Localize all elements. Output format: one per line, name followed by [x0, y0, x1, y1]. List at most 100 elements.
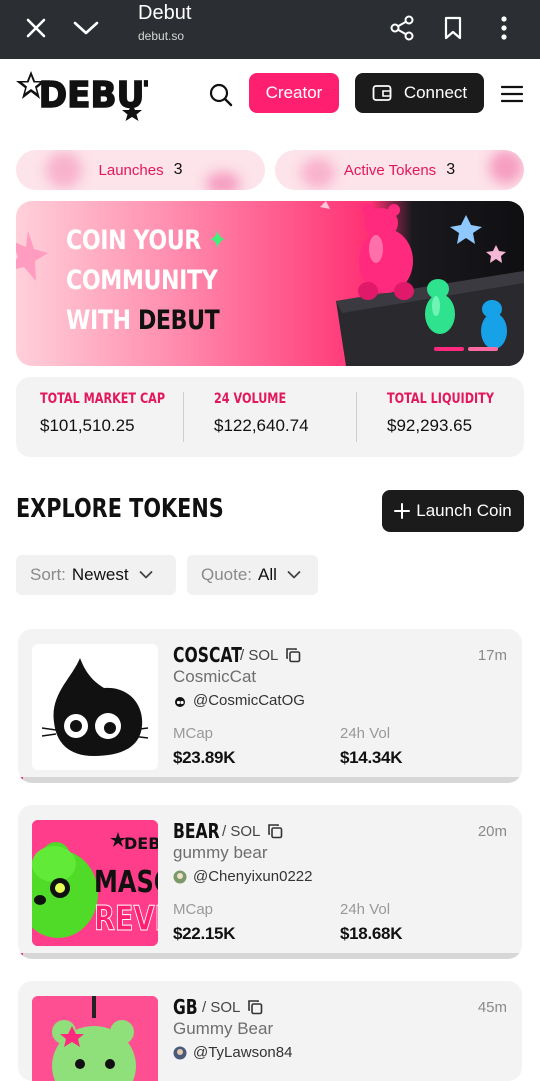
creator-handle-text: @TyLawson84 [193, 1044, 293, 1061]
token-name: CosmicCat [173, 667, 257, 686]
stat-total-liquidity: TOTAL LIQUIDITY $92,293.65 [387, 391, 521, 436]
avatar [173, 1046, 187, 1059]
creator-handle[interactable]: @Chenyixun0222 [173, 868, 312, 885]
mcap-label: MCap [173, 725, 214, 742]
token-name: Gummy Bear [173, 1019, 274, 1038]
token-card[interactable]: GB / SOL 45m Gummy Bear @TyLawson84 [18, 981, 522, 1081]
search-icon[interactable] [205, 79, 237, 111]
creator-handle[interactable]: @CosmicCatOG [173, 692, 305, 709]
token-ticker: BEAR [173, 819, 220, 843]
banner-headline: COIN YOUR ✦ COMMUNITY WITH DEBUT [66, 221, 227, 341]
mcap-label: MCap [173, 901, 214, 918]
browser-toolbar: Debut debut.so [0, 0, 540, 59]
token-quote: / SOL [202, 999, 241, 1016]
mcap-value: $22.15K [173, 924, 236, 943]
stat-label: 24 VOLUME [214, 391, 287, 407]
stat-24-volume: 24 VOLUME $122,640.74 [214, 391, 309, 436]
chevron-down-icon[interactable] [66, 8, 106, 48]
creator-handle[interactable]: @TyLawson84 [173, 1044, 292, 1061]
launches-count: 3 [173, 161, 183, 178]
copy-icon[interactable] [267, 823, 283, 839]
progress-fill [18, 953, 24, 959]
avatar [175, 696, 185, 707]
sort-dropdown[interactable]: Sort: Newest [16, 555, 176, 595]
launches-label: Launches [98, 161, 164, 179]
volume-value: $14.34K [340, 748, 403, 767]
thumb-text-line-2: REVI [94, 899, 158, 939]
token-card[interactable]: COSCAT / SOL 17m CosmicCat @CosmicCatOG … [18, 629, 522, 783]
stat-divider [183, 392, 184, 442]
active-tokens-label: Active Tokens [343, 161, 437, 179]
copy-icon[interactable] [285, 647, 301, 663]
explore-tokens-heading: EXPLORE TOKENS [16, 494, 224, 524]
launches-pill[interactable]: Launches 3 [16, 150, 265, 190]
stat-value: $101,510.25 [40, 416, 135, 435]
hamburger-menu-icon[interactable] [497, 79, 527, 109]
token-image [32, 644, 158, 770]
sort-value: Newest [71, 565, 129, 584]
gummy-bears-illustration [320, 201, 524, 366]
token-ticker: GB [173, 995, 198, 1019]
banner-line-3b: DEBUT [137, 305, 220, 336]
star-decoration-icon [16, 231, 48, 281]
token-name: gummy bear [173, 843, 268, 862]
stat-value: $92,293.65 [387, 416, 473, 435]
debut-logo[interactable]: DEBUT [16, 65, 168, 123]
banner-line-1: COIN YOUR [66, 225, 201, 256]
bonding-progress-bar [18, 777, 522, 783]
active-tokens-count: 3 [446, 161, 456, 178]
stat-total-market-cap: TOTAL MARKET CAP $101,510.25 [40, 391, 196, 436]
chevron-down-icon [287, 571, 301, 579]
chevron-down-icon [139, 571, 152, 579]
banner-line-3a: WITH [66, 305, 131, 336]
browser-url: debut.so [138, 29, 185, 43]
market-stats-panel: TOTAL MARKET CAP $101,510.25 24 VOLUME $… [16, 377, 524, 457]
token-quote: / SOL [240, 647, 279, 664]
connect-label: Connect [403, 83, 468, 102]
stat-label: TOTAL MARKET CAP [40, 391, 166, 407]
stat-divider [356, 392, 357, 442]
site-header: DEBUT Creator Connect [0, 59, 540, 139]
token-image: MASC REVI DEBU [32, 820, 158, 946]
avatar [173, 870, 187, 883]
creator-handle-text: @CosmicCatOG [193, 692, 305, 709]
token-card[interactable]: MASC REVI DEBU BEAR / SOL 20m gummy bear… [18, 805, 522, 959]
token-age: 17m [477, 647, 507, 664]
launch-coin-label: Launch Coin [416, 501, 512, 520]
creator-button[interactable]: Creator [249, 73, 339, 113]
stat-label: TOTAL LIQUIDITY [387, 391, 494, 407]
quote-label: Quote: [201, 565, 253, 584]
close-icon[interactable] [16, 8, 56, 48]
launch-coin-button[interactable]: Launch Coin [382, 490, 524, 532]
plus-icon [394, 503, 411, 519]
copy-icon[interactable] [247, 999, 263, 1015]
stat-value: $122,640.74 [214, 416, 309, 435]
share-icon[interactable] [382, 8, 422, 48]
token-quote: / SOL [222, 823, 261, 840]
bonding-progress-bar [18, 953, 522, 959]
mcap-value: $23.89K [173, 748, 236, 767]
active-tokens-pill[interactable]: Active Tokens 3 [275, 150, 524, 190]
token-age: 20m [477, 823, 507, 840]
creator-handle-text: @Chenyixun0222 [193, 868, 313, 885]
thumb-logo-text: DEBU [124, 834, 158, 853]
more-vert-icon[interactable] [484, 8, 524, 48]
hero-banner[interactable]: COIN YOUR ✦ COMMUNITY WITH DEBUT [16, 201, 524, 366]
token-age: 45m [477, 999, 507, 1016]
volume-label: 24h Vol [340, 901, 391, 918]
progress-fill [18, 777, 24, 783]
volume-value: $18.68K [340, 924, 403, 943]
quote-dropdown[interactable]: Quote: All [187, 555, 318, 595]
connect-wallet-button[interactable]: Connect [355, 73, 484, 113]
quote-value: All [258, 565, 277, 584]
token-image [32, 996, 158, 1081]
token-ticker: COSCAT [173, 643, 242, 667]
banner-line-2: COMMUNITY [66, 265, 218, 296]
thumb-text-line-1: MASC [94, 865, 158, 899]
browser-page-title: Debut [138, 2, 192, 24]
bookmark-icon[interactable] [433, 8, 473, 48]
wallet-icon [372, 85, 392, 101]
sort-label: Sort: [30, 565, 66, 584]
volume-label: 24h Vol [340, 725, 391, 742]
sparkle-icon: ✦ [208, 225, 227, 256]
